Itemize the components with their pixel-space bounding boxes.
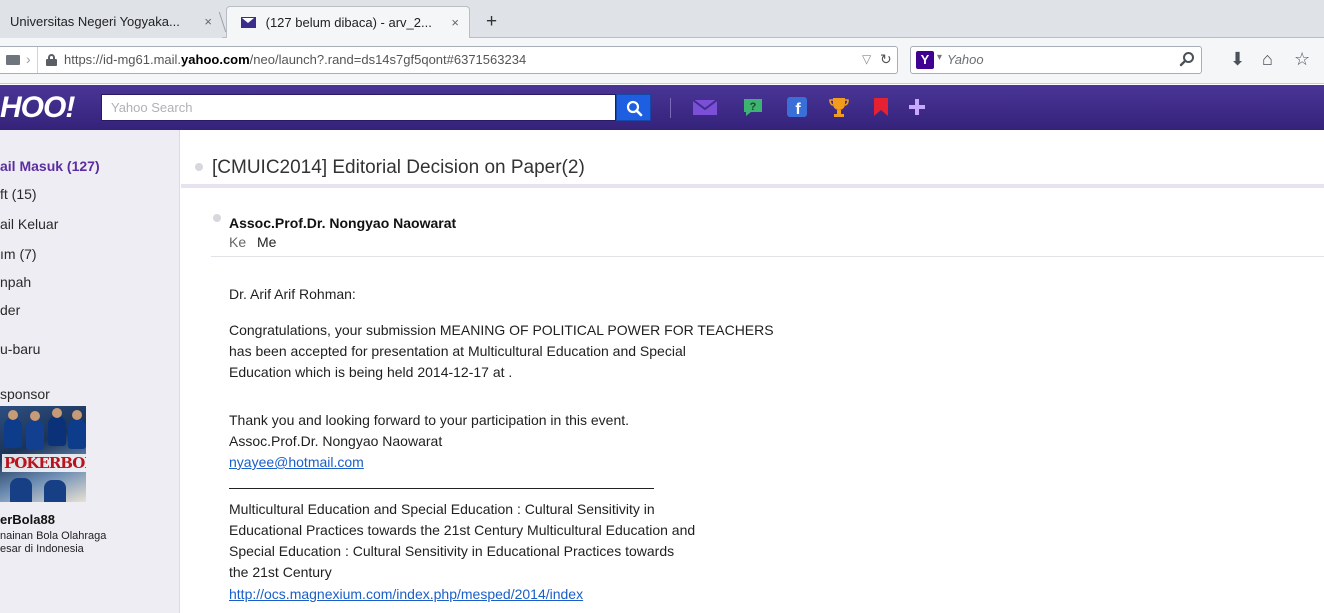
sender-status-icon [213, 214, 221, 222]
search-icon[interactable] [1179, 51, 1195, 67]
sponsor-ad-image[interactable]: POKERBOL [0, 406, 86, 502]
site-icon [6, 55, 20, 65]
sponsor-label: sponsor [0, 386, 50, 402]
bullet-icon [195, 163, 203, 171]
sidebar-item-sent[interactable]: ail Keluar [0, 216, 58, 232]
tab-close-button[interactable]: × [451, 7, 459, 39]
ad-logo-text: POKERBOL [2, 454, 86, 472]
facebook-icon[interactable]: f [786, 96, 808, 118]
lock-icon [46, 54, 57, 66]
ad-desc-line: nainan Bola Olahraga [0, 530, 107, 542]
sidebar-item-inbox[interactable]: ail Masuk (127) [0, 158, 100, 174]
tab-uny[interactable]: Universitas Negeri Yogyaka... × [0, 6, 222, 38]
footer-line: Multicultural Education and Special Educ… [229, 501, 655, 517]
email-link[interactable]: nyayee@hotmail.com [229, 453, 364, 472]
conference-link[interactable]: http://ocs.magnexium.com/index.php/mespe… [229, 585, 583, 604]
footer-line: Educational Practices towards the 21st C… [229, 522, 696, 538]
ad-desc-line: esar di Indonesia [0, 543, 84, 555]
ad-title[interactable]: erBola88 [0, 512, 55, 527]
yahoo-logo[interactable]: HOO! [0, 91, 75, 125]
body-line: Congratulations, your submission MEANING… [229, 322, 774, 338]
tab-title: (127 belum dibaca) - arv_2... [265, 15, 432, 30]
address-bar[interactable]: › https://id-mg61.mail.yahoo.com/neo/lau… [0, 46, 898, 74]
yahoo-search-box[interactable] [101, 94, 616, 121]
sidebar-item-spam[interactable]: ım (7) [0, 246, 37, 262]
footer-line: Special Education : Cultural Sensitivity… [229, 543, 675, 559]
body-line: Education which is being held 2014-12-17… [229, 364, 513, 380]
sidebar-item-folders[interactable]: der [0, 302, 20, 318]
plus-icon[interactable] [906, 96, 928, 118]
engine-dropdown-icon[interactable]: ▾ [937, 52, 942, 63]
search-placeholder: Yahoo [947, 52, 984, 67]
sender-name[interactable]: Assoc.Prof.Dr. Nongyao Naowarat [229, 215, 456, 231]
url-domain: yahoo.com [181, 52, 250, 67]
bookmark-icon[interactable] [872, 96, 890, 118]
bookmark-star-icon[interactable]: ☆ [1294, 48, 1310, 70]
recipient-name[interactable]: Me [257, 234, 276, 250]
reload-icon[interactable]: ↻ [880, 51, 892, 68]
search-icon [626, 100, 643, 117]
sidebar-item-recent[interactable]: u-baru [0, 341, 40, 357]
svg-text:?: ? [750, 101, 757, 113]
body-line: Assoc.Prof.Dr. Nongyao Naowarat [229, 433, 443, 449]
trophy-icon[interactable] [828, 96, 850, 118]
body-line: Thank you and looking forward to your pa… [229, 412, 630, 428]
ad-description: nainan Bola Olahraga esar di Indonesia [0, 530, 175, 556]
signature-rule [229, 488, 654, 489]
yahoo-engine-icon[interactable]: Y [916, 51, 934, 69]
mail-icon [241, 17, 256, 28]
yahoo-header: HOO! ? f [0, 85, 1324, 130]
footer-line: the 21st Century [229, 564, 332, 580]
browser-tab-strip: Universitas Negeri Yogyaka... × (127 bel… [0, 0, 1324, 38]
mail-sidebar: ail Masuk (127) ft (15) ail Keluar ım (7… [0, 130, 180, 613]
url-text[interactable]: https://id-mg61.mail.yahoo.com/neo/launc… [64, 52, 526, 67]
yahoo-search-button[interactable] [616, 94, 651, 121]
message-subject: [CMUIC2014] Editorial Decision on Paper(… [212, 157, 585, 178]
yahoo-search-input[interactable] [102, 95, 615, 120]
mail-icon[interactable] [692, 96, 718, 118]
body-line: has been accepted for presentation at Mu… [229, 343, 686, 359]
header-divider [211, 256, 1324, 257]
url-prefix: https://id-mg61.mail. [64, 52, 182, 67]
tab-title: Universitas Negeri Yogyaka... [10, 14, 180, 29]
history-dropdown-icon[interactable]: ▽ [862, 52, 871, 66]
answers-icon[interactable]: ? [742, 96, 764, 118]
greeting: Dr. Arif Arif Rohman: [229, 286, 356, 302]
svg-text:f: f [795, 101, 801, 118]
chevron-right-icon: › [26, 51, 31, 67]
new-tab-button[interactable]: + [486, 8, 497, 36]
browser-search-bar[interactable]: Y ▾ Yahoo [910, 46, 1202, 74]
tab-yahoo-mail[interactable]: (127 belum dibaca) - arv_2... × [226, 6, 470, 38]
home-icon[interactable]: ⌂ [1262, 48, 1273, 70]
header-divider [670, 98, 671, 118]
download-icon[interactable]: ⬇ [1230, 48, 1245, 70]
message-pane: [CMUIC2014] Editorial Decision on Paper(… [181, 130, 1324, 613]
url-suffix: /neo/launch?.rand=ds14s7gf5qont#63715632… [249, 52, 527, 67]
navigation-bar: › https://id-mg61.mail.yahoo.com/neo/lau… [0, 38, 1324, 84]
to-label: Ke [229, 234, 247, 250]
subject-bar: [CMUIC2014] Editorial Decision on Paper(… [181, 130, 1324, 188]
tab-close-button[interactable]: × [204, 6, 212, 38]
identity-block[interactable]: › [0, 47, 38, 73]
sidebar-item-trash[interactable]: npah [0, 274, 31, 290]
sidebar-item-drafts[interactable]: ft (15) [0, 186, 37, 202]
